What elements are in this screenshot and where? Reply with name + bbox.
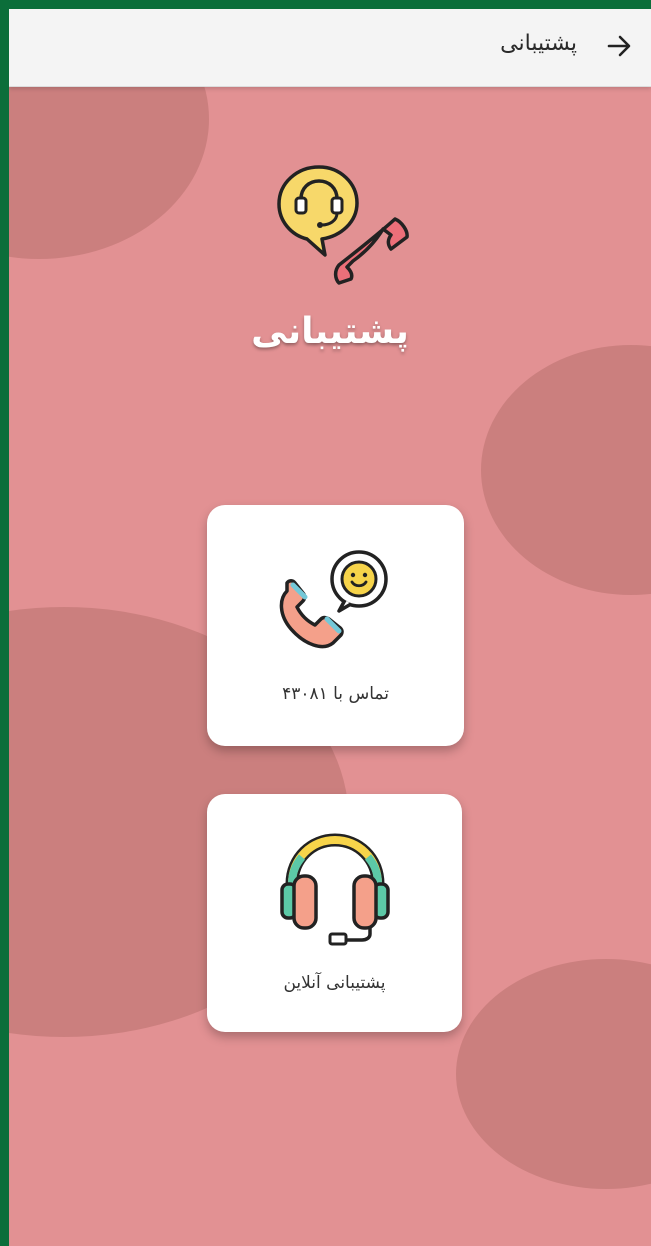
call-support-card[interactable]: تماس با ۴۳۰۸۱ <box>207 505 464 746</box>
call-support-label: تماس با ۴۳۰۸۱ <box>282 684 389 704</box>
support-screen: پشتیبانی پشتیبانی تماس با ۴۳۰۸۱ پشتیبانی… <box>9 9 651 1246</box>
back-button[interactable] <box>601 28 637 64</box>
online-support-card[interactable]: پشتیبانی آنلاین <box>207 794 462 1032</box>
appbar-title: پشتیبانی <box>500 31 577 56</box>
phone-smile-icon <box>279 550 388 649</box>
app-bar: پشتیبانی <box>9 9 651 87</box>
headset-icon <box>279 833 390 946</box>
online-support-label: پشتیبانی آنلاین <box>283 973 386 993</box>
arrow-right-icon <box>607 35 631 57</box>
support-chat-phone-icon <box>277 165 409 285</box>
page-title: پشتیبانی <box>251 311 409 352</box>
background-circle <box>481 345 651 595</box>
background-circle <box>456 959 651 1189</box>
